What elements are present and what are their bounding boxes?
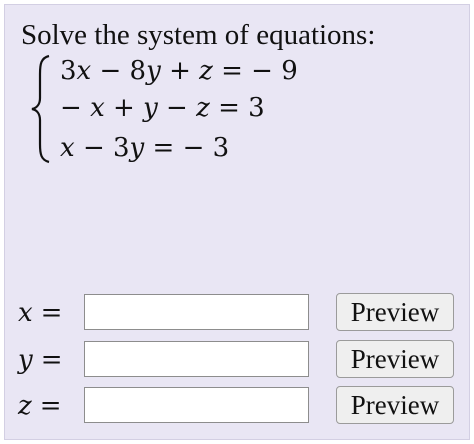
preview-button-z[interactable]: Preview [336, 386, 454, 424]
question-card: Solve the system of equations: 3x − 8y +… [4, 4, 470, 440]
answer-row-x: x = Preview [5, 293, 471, 334]
answer-input-x[interactable] [84, 294, 309, 330]
answer-label-z: z = [18, 391, 62, 421]
equation-3: x − 3y = − 3 [60, 133, 230, 163]
answer-row-z: z = Preview [5, 386, 471, 427]
equation-2: − x + y − z = 3 [60, 93, 265, 123]
left-brace-icon [31, 54, 50, 164]
answer-label-y: y = [18, 345, 63, 375]
answer-input-z[interactable] [84, 387, 309, 423]
preview-button-y[interactable]: Preview [336, 340, 454, 378]
question-prompt: Solve the system of equations: [21, 19, 376, 51]
equation-1: 3x − 8y + z = − 9 [60, 56, 298, 86]
preview-button-x[interactable]: Preview [336, 293, 454, 331]
answer-row-y: y = Preview [5, 340, 471, 381]
answer-label-x: x = [18, 298, 63, 328]
answer-input-y[interactable] [84, 341, 309, 377]
